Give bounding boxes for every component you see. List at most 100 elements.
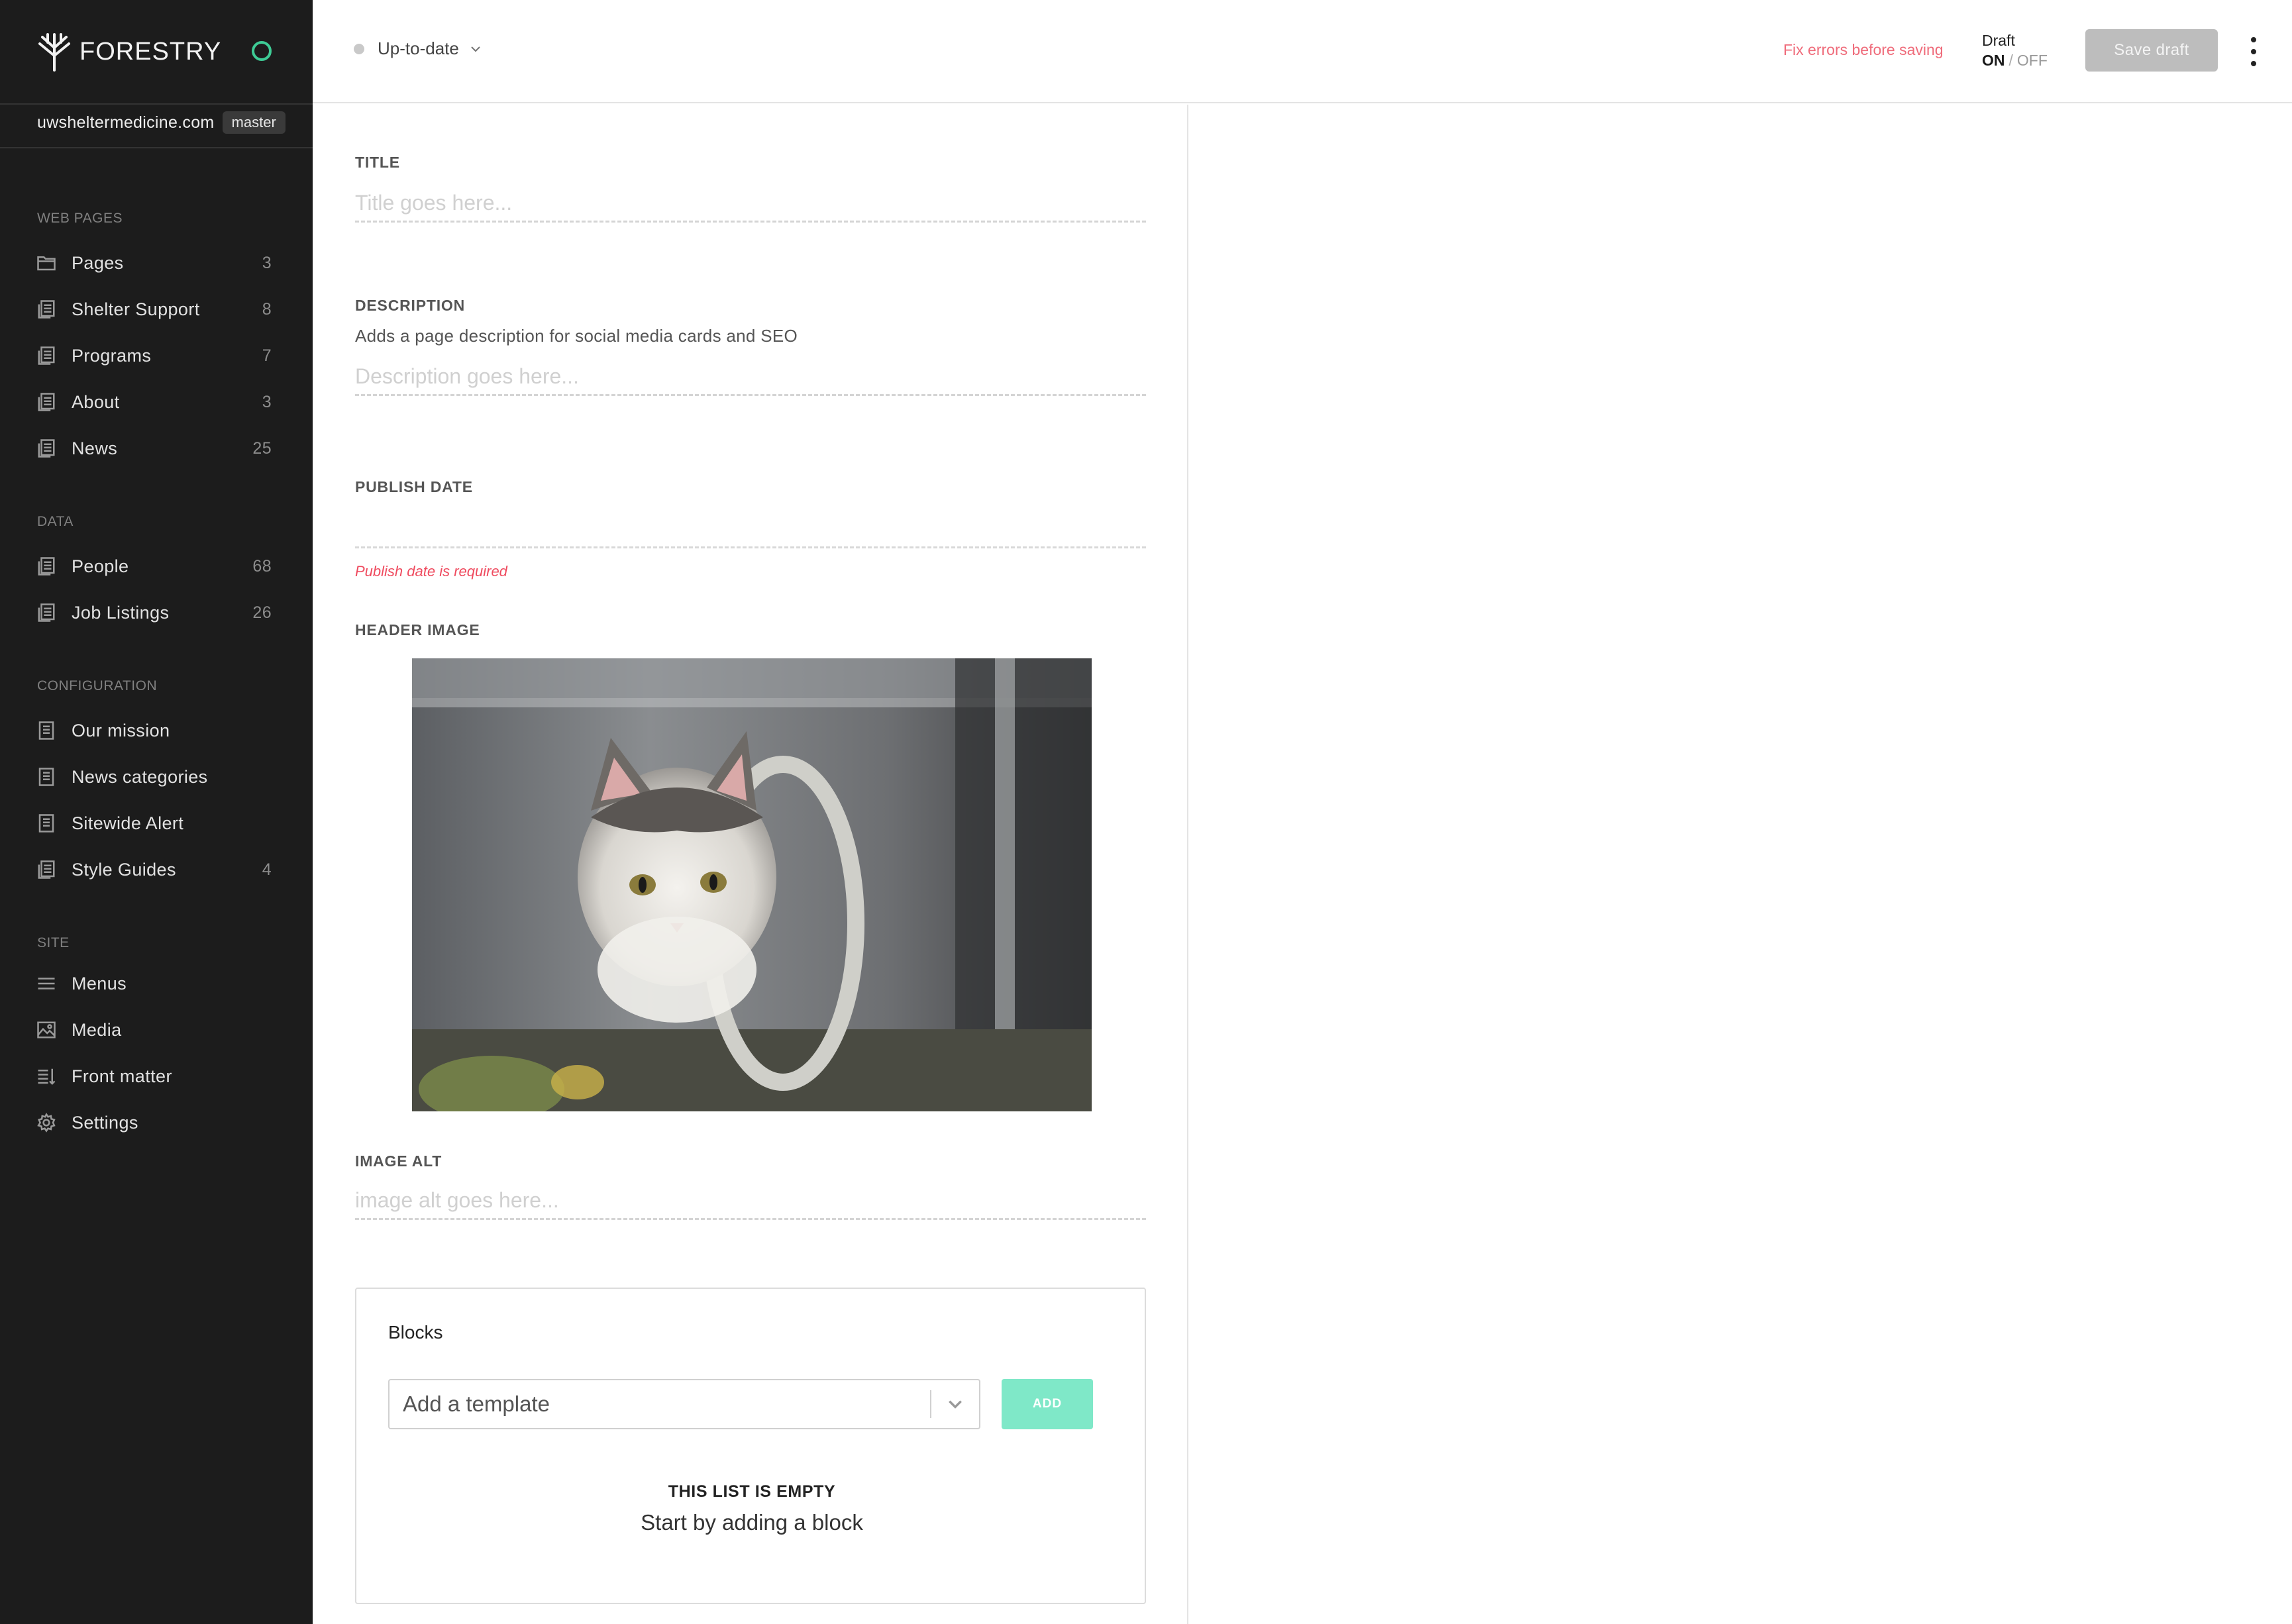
- description-help: Adds a page description for social media…: [355, 326, 798, 346]
- sidebar-item-count: 3: [262, 392, 272, 411]
- sidebar-item-label: Pages: [72, 252, 124, 273]
- draft-toggle[interactable]: Draft ON / OFF: [1982, 30, 2048, 70]
- template-select[interactable]: Add a template: [388, 1379, 980, 1429]
- sidebar-item-pages[interactable]: Pages 3: [36, 243, 272, 283]
- sidebar-item-label: Style Guides: [72, 859, 176, 880]
- sidebar-item-label: Sitewide Alert: [72, 813, 184, 833]
- documents-icon: [36, 345, 57, 366]
- sync-status-dropdown[interactable]: Up-to-date: [354, 38, 482, 59]
- save-draft-button[interactable]: Save draft: [2085, 29, 2218, 72]
- gear-icon: [36, 1112, 57, 1133]
- sidebar-item-media[interactable]: Media: [36, 1010, 272, 1050]
- preview-pane: [1190, 105, 2292, 1624]
- sidebar-item-count: 8: [262, 299, 272, 319]
- image-alt-input[interactable]: [355, 1183, 1146, 1220]
- more-options-icon[interactable]: [2246, 37, 2262, 66]
- publish-date-input[interactable]: [355, 511, 1146, 548]
- sidebar-item-label: Programs: [72, 345, 152, 366]
- front-matter-form: TITLE DESCRIPTION Adds a page descriptio…: [313, 105, 1188, 1624]
- title-input[interactable]: [355, 185, 1146, 223]
- sidebar-item-style-guides[interactable]: Style Guides 4: [36, 850, 272, 889]
- documents-icon: [36, 602, 57, 623]
- sidebar-item-shelter-support[interactable]: Shelter Support 8: [36, 289, 272, 329]
- empty-list-subtitle: Start by adding a block: [641, 1510, 863, 1535]
- draft-label: Draft: [1982, 32, 2015, 49]
- documents-icon: [36, 438, 57, 459]
- sidebar-item-settings[interactable]: Settings: [36, 1103, 272, 1142]
- tree-logo-icon: [38, 33, 70, 72]
- draft-off[interactable]: OFF: [2017, 52, 2048, 69]
- sidebar-item-label: Menus: [72, 973, 127, 993]
- sidebar-item-our-mission[interactable]: Our mission: [36, 711, 272, 750]
- description-label: DESCRIPTION: [355, 297, 465, 314]
- site-domain: uwsheltermedicine.com: [37, 113, 215, 132]
- image-icon: [36, 1019, 57, 1040]
- document-icon: [36, 720, 57, 741]
- add-block-button[interactable]: ADD: [1002, 1379, 1093, 1429]
- sync-status-label: Up-to-date: [378, 38, 459, 58]
- section-configuration: CONFIGURATION: [37, 678, 158, 693]
- sidebar-item-programs[interactable]: Programs 7: [36, 336, 272, 376]
- sidebar-item-count: 68: [252, 556, 272, 576]
- sidebar-item-count: 25: [252, 438, 272, 458]
- sidebar: FORESTRY uwsheltermedicine.com master WE…: [0, 0, 313, 1624]
- sort-list-icon: [36, 1066, 57, 1087]
- sidebar-item-label: News categories: [72, 766, 208, 787]
- header-image-label: HEADER IMAGE: [355, 621, 480, 638]
- sidebar-item-news-categories[interactable]: News categories: [36, 757, 272, 797]
- sidebar-item-count: 3: [262, 253, 272, 272]
- header-image-preview[interactable]: [412, 658, 1092, 1111]
- sidebar-item-label: Media: [72, 1019, 122, 1040]
- publish-date-error: Publish date is required: [355, 563, 507, 580]
- publish-date-label: PUBLISH DATE: [355, 478, 473, 495]
- section-site: SITE: [37, 935, 70, 950]
- brand-name: FORESTRY: [79, 37, 222, 66]
- forestry-logo[interactable]: FORESTRY: [36, 29, 221, 74]
- section-data: DATA: [37, 514, 74, 529]
- blocks-title: Blocks: [388, 1322, 443, 1343]
- documents-icon: [36, 556, 57, 577]
- sidebar-item-label: Shelter Support: [72, 299, 200, 319]
- sync-status-dot: [354, 43, 364, 54]
- draft-separator: /: [2008, 52, 2013, 69]
- chevron-down-icon[interactable]: [931, 1380, 979, 1428]
- branch-badge: master: [222, 111, 286, 134]
- sidebar-item-label: Job Listings: [72, 602, 170, 623]
- sidebar-divider: [0, 147, 313, 148]
- sidebar-item-label: Settings: [72, 1112, 138, 1133]
- sidebar-item-job-listings[interactable]: Job Listings 26: [36, 593, 272, 633]
- sidebar-item-label: Our mission: [72, 720, 170, 740]
- image-alt-label: IMAGE ALT: [355, 1152, 443, 1170]
- sidebar-item-count: 4: [262, 860, 272, 879]
- cat-photo: [412, 658, 1092, 1111]
- sidebar-item-label: About: [72, 391, 120, 412]
- document-icon: [36, 813, 57, 834]
- title-label: TITLE: [355, 154, 400, 171]
- chevron-down-icon: [471, 46, 480, 52]
- fix-errors-message: Fix errors before saving: [1783, 41, 1944, 58]
- section-web-pages: WEB PAGES: [37, 211, 123, 226]
- connection-status-icon[interactable]: [252, 41, 272, 61]
- description-input[interactable]: [355, 359, 1146, 396]
- sidebar-item-count: 7: [262, 346, 272, 365]
- empty-list-title: THIS LIST IS EMPTY: [668, 1482, 836, 1501]
- draft-on[interactable]: ON: [1982, 52, 2005, 69]
- sidebar-item-label: People: [72, 556, 129, 576]
- menu-icon: [36, 973, 57, 994]
- documents-icon: [36, 391, 57, 413]
- documents-icon: [36, 299, 57, 320]
- sidebar-divider: [0, 103, 313, 105]
- sidebar-item-label: Front matter: [72, 1066, 172, 1086]
- sidebar-item-about[interactable]: About 3: [36, 382, 272, 422]
- sidebar-item-people[interactable]: People 68: [36, 546, 272, 586]
- sidebar-item-sitewide-alert[interactable]: Sitewide Alert: [36, 803, 272, 843]
- sidebar-item-news[interactable]: News 25: [36, 429, 272, 468]
- document-icon: [36, 766, 57, 787]
- sidebar-item-front-matter[interactable]: Front matter: [36, 1056, 272, 1096]
- documents-icon: [36, 859, 57, 880]
- site-switcher[interactable]: uwsheltermedicine.com master: [37, 111, 286, 134]
- template-select-placeholder: Add a template: [403, 1392, 550, 1416]
- editor-toolbar: Up-to-date Fix errors before saving Draf…: [313, 0, 2292, 103]
- sidebar-item-menus[interactable]: Menus: [36, 964, 272, 1003]
- sidebar-item-count: 26: [252, 603, 272, 622]
